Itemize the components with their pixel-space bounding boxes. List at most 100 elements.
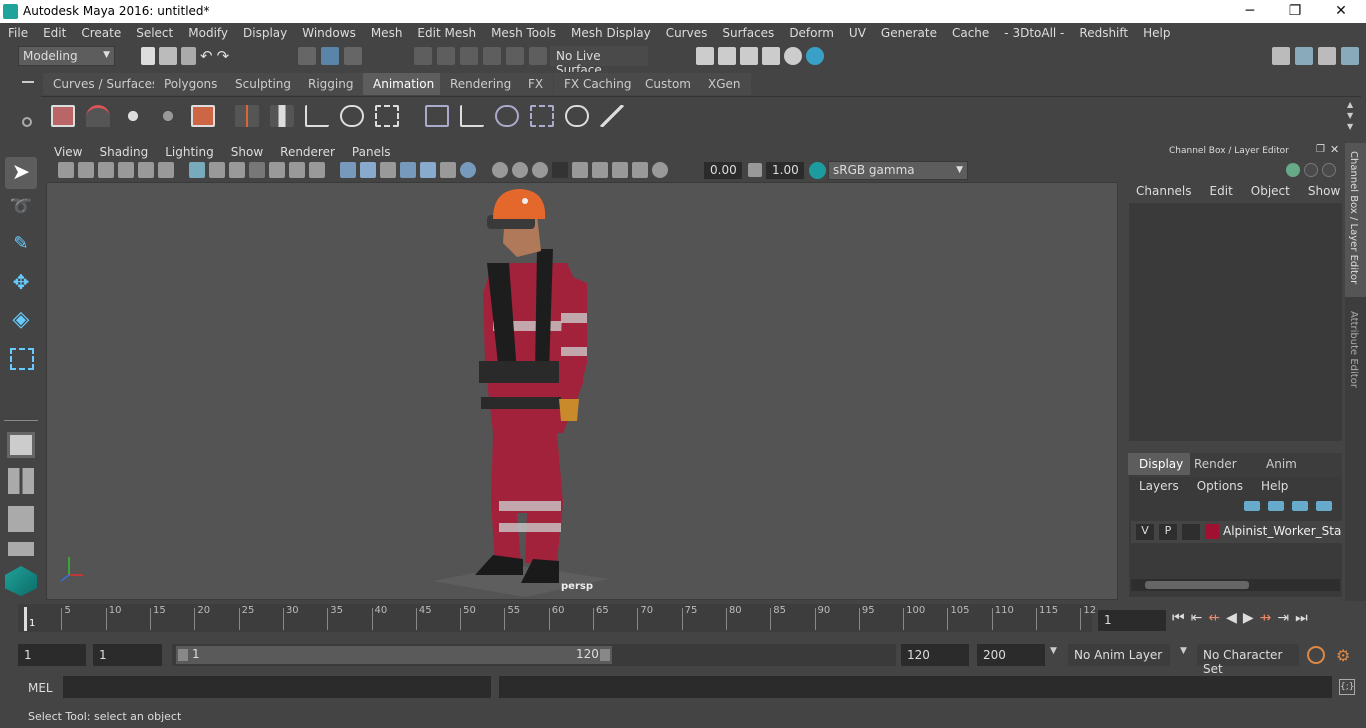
image-plane-icon[interactable]	[118, 162, 134, 178]
channel-box-icon[interactable]	[1341, 47, 1359, 65]
playback-start-field[interactable]: 1	[93, 644, 162, 666]
side-tab-attribute-editor[interactable]: Attribute Editor	[1345, 303, 1366, 393]
command-language-label[interactable]: MEL	[28, 681, 53, 695]
menu-display[interactable]: Display	[235, 23, 294, 44]
xray-components-icon[interactable]	[632, 162, 648, 178]
four-view-layout-icon[interactable]	[8, 468, 34, 494]
side-by-side-layout-icon[interactable]	[8, 506, 34, 532]
sync-icon[interactable]	[1304, 163, 1318, 177]
depth-of-field-icon[interactable]	[552, 162, 568, 178]
script-editor-icon[interactable]: {;}	[1339, 679, 1355, 695]
set-key-icon[interactable]	[191, 105, 215, 127]
key-rotate-icon[interactable]	[270, 105, 294, 127]
motion-blur-icon[interactable]	[512, 162, 528, 178]
layer-menu-options[interactable]: Options	[1197, 479, 1243, 493]
maya-home-icon[interactable]	[5, 566, 37, 596]
layer-display-type-toggle[interactable]	[1182, 524, 1200, 540]
grease-pencil-icon[interactable]	[158, 162, 174, 178]
shelf-settings-icon[interactable]	[22, 117, 32, 127]
gamma-icon[interactable]	[748, 163, 762, 177]
ipr-render-icon[interactable]	[740, 47, 758, 65]
isolate-select-icon[interactable]	[572, 162, 588, 178]
menu-mesh-display[interactable]: Mesh Display	[563, 23, 658, 44]
key-translate-icon[interactable]	[235, 105, 259, 127]
ghost-icon[interactable]	[156, 105, 180, 127]
command-input[interactable]	[63, 676, 491, 698]
camera-select-icon[interactable]	[58, 162, 74, 178]
select-by-object-icon[interactable]	[321, 47, 339, 65]
shelf-tab-xgen[interactable]: XGen	[698, 73, 751, 95]
menu-edit[interactable]: Edit	[35, 23, 73, 44]
lasso-tool-icon[interactable]: ➰	[5, 196, 37, 226]
menu-help[interactable]: Help	[1135, 23, 1177, 44]
screen-space-ao-icon[interactable]	[492, 162, 508, 178]
live-surface-field[interactable]: No Live Surface	[550, 46, 648, 77]
textured-icon[interactable]	[420, 162, 436, 178]
vp-menu-show[interactable]: Show	[223, 143, 272, 161]
modeling-toolkit-icon[interactable]	[1272, 47, 1290, 65]
paint-select-icon[interactable]: ✎	[5, 233, 37, 263]
channel-list[interactable]	[1129, 203, 1342, 441]
playblast-icon[interactable]	[51, 105, 75, 127]
menu-3dtoall[interactable]: - 3DtoAll -	[996, 23, 1071, 44]
redo-icon[interactable]: ↷	[217, 47, 230, 65]
shelf-tab-rigging[interactable]: Rigging	[298, 73, 364, 95]
exposure-field[interactable]: 0.00	[704, 162, 742, 179]
menu-select[interactable]: Select	[128, 23, 180, 44]
vp-menu-panels[interactable]: Panels	[344, 143, 400, 161]
render-settings-icon[interactable]	[762, 47, 780, 65]
resolution-gate-icon[interactable]	[229, 162, 245, 178]
bookmark-icon[interactable]	[98, 162, 114, 178]
parent-constraint-icon[interactable]	[425, 105, 449, 127]
colorspace-dropdown[interactable]: sRGB gamma ▼	[828, 161, 968, 180]
scene-end-field[interactable]: 200	[977, 644, 1045, 666]
render-view-icon[interactable]	[696, 47, 714, 65]
layer-tab-display[interactable]: Display	[1128, 453, 1190, 475]
layer-tab-anim[interactable]: Anim	[1266, 457, 1297, 471]
anti-aliasing-icon[interactable]	[532, 162, 548, 178]
redshift-icon[interactable]	[806, 47, 824, 65]
menu-mesh-tools[interactable]: Mesh Tools	[483, 23, 563, 44]
pin-icon[interactable]	[1322, 163, 1336, 177]
aim-constraint-icon[interactable]	[565, 105, 589, 127]
playback-end-field[interactable]: 120	[901, 644, 969, 666]
range-start-grip[interactable]	[178, 649, 188, 661]
move-layer-down-icon[interactable]	[1268, 501, 1284, 511]
cb-menu-show[interactable]: Show	[1308, 184, 1340, 198]
render-current-icon[interactable]	[718, 47, 736, 65]
step-forward-frame-icon[interactable]: ⇸	[1260, 610, 1272, 626]
shelf-tab-rendering[interactable]: Rendering	[440, 73, 522, 95]
chevron-down-icon[interactable]: ▼	[1180, 646, 1187, 656]
xray-joints-icon[interactable]	[612, 162, 628, 178]
film-gate-icon[interactable]	[209, 162, 225, 178]
current-time-marker[interactable]	[24, 607, 27, 631]
cb-menu-edit[interactable]: Edit	[1210, 184, 1233, 198]
tool-settings-icon[interactable]	[1318, 47, 1336, 65]
shelf-tab-fx-caching[interactable]: FX Caching	[554, 73, 642, 95]
new-scene-icon[interactable]	[141, 47, 155, 65]
go-to-end-icon[interactable]: ⏭	[1295, 610, 1308, 626]
undo-icon[interactable]: ↶	[200, 47, 213, 65]
cluster-icon[interactable]	[375, 105, 399, 127]
select-tool-icon[interactable]: ➤	[5, 157, 37, 189]
shelf-tab-curves-surfaces[interactable]: Curves / Surfaces	[43, 73, 169, 95]
cb-menu-object[interactable]: Object	[1251, 184, 1290, 198]
camera-lock-icon[interactable]	[78, 162, 94, 178]
side-tab-channel-box[interactable]: Channel Box / Layer Editor	[1345, 143, 1366, 297]
anim-preferences-icon[interactable]: ⚙	[1336, 646, 1354, 665]
scale-tool-icon[interactable]	[10, 348, 34, 370]
outliner-layout-icon[interactable]	[8, 542, 34, 556]
axis-tool-icon[interactable]	[1286, 163, 1300, 177]
go-to-start-icon[interactable]: ⏮	[1172, 610, 1185, 626]
layer-name[interactable]: Alpinist_Worker_Standing	[1223, 524, 1342, 538]
lights-icon[interactable]	[440, 162, 456, 178]
layer-playback-toggle[interactable]: P	[1159, 524, 1177, 540]
joint-tool-icon[interactable]	[305, 105, 329, 127]
exposure-icon[interactable]	[652, 162, 668, 178]
shelf-tab-sculpting[interactable]: Sculpting	[225, 73, 302, 95]
layer-visibility-toggle[interactable]: V	[1136, 524, 1154, 540]
two-d-pan-icon[interactable]	[138, 162, 154, 178]
menu-cache[interactable]: Cache	[944, 23, 996, 44]
field-chart-icon[interactable]	[269, 162, 285, 178]
orient-constraint-icon[interactable]	[495, 105, 519, 127]
